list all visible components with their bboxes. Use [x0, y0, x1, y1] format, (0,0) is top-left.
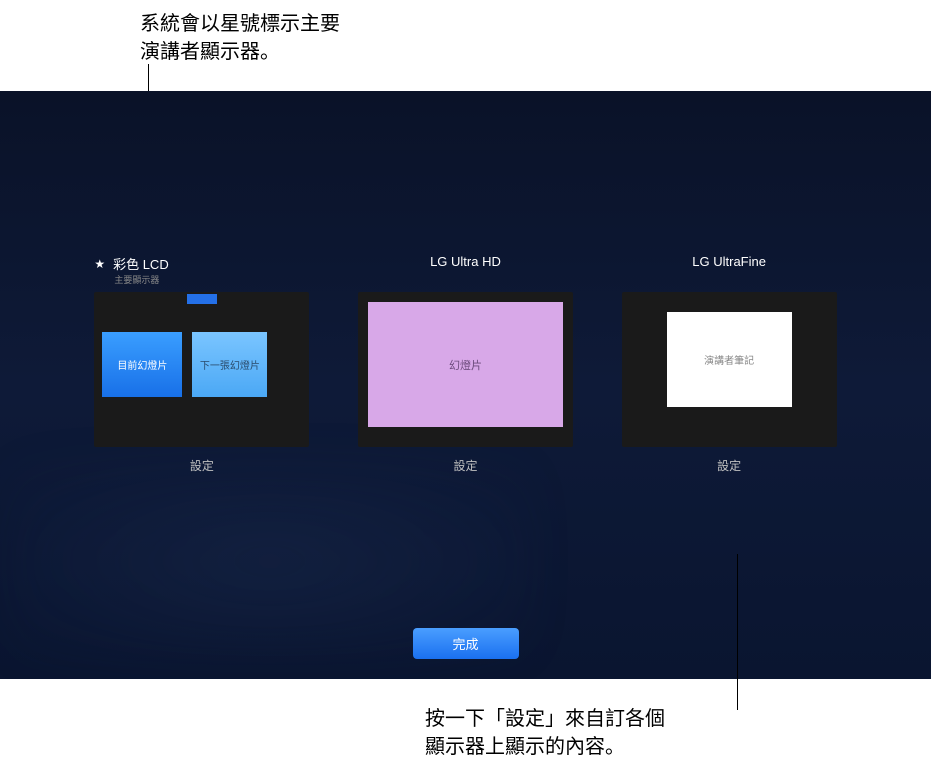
displays-container: ★ 彩色 LCD 主要顯示器 目前幻燈片 下一張幻燈片 設定 LG Ultra … — [0, 254, 931, 474]
callout-line-bottom — [737, 554, 738, 710]
callout-bottom-text: 按一下「設定」來自訂各個顯示器上顯示的內容。 — [425, 705, 665, 761]
display-title: 彩色 LCD — [113, 254, 169, 273]
display-settings-panel: ★ 彩色 LCD 主要顯示器 目前幻燈片 下一張幻燈片 設定 LG Ultra … — [0, 91, 931, 679]
slide-main: 幻燈片 — [368, 302, 563, 427]
display-header: LG Ultra HD — [430, 254, 501, 284]
display-title: LG Ultra HD — [430, 254, 501, 269]
callout-top-text: 系統會以星號標示主要演講者顯示器。 — [140, 10, 340, 66]
done-button[interactable]: 完成 — [412, 628, 518, 659]
display-header: ★ 彩色 LCD 主要顯示器 — [94, 254, 309, 284]
display-preview-presenter[interactable]: 目前幻燈片 下一張幻燈片 — [94, 292, 309, 447]
display-preview-notes[interactable]: 演講者筆記 — [622, 292, 837, 447]
display-card-primary: ★ 彩色 LCD 主要顯示器 目前幻燈片 下一張幻燈片 設定 — [94, 254, 309, 474]
display-preview-slideshow[interactable]: 幻燈片 — [358, 292, 573, 447]
settings-button[interactable]: 設定 — [453, 457, 477, 474]
display-card-secondary: LG Ultra HD 幻燈片 設定 — [358, 254, 573, 474]
presenter-notes-thumb: 演講者筆記 — [667, 312, 792, 407]
display-title-row: ★ 彩色 LCD — [94, 254, 168, 273]
preview-timer-bar — [187, 294, 217, 304]
display-title: LG UltraFine — [692, 254, 766, 269]
star-icon: ★ — [94, 257, 105, 271]
display-header: LG UltraFine — [692, 254, 766, 284]
settings-button[interactable]: 設定 — [717, 457, 741, 474]
settings-button[interactable]: 設定 — [190, 457, 214, 474]
display-subtitle: 主要顯示器 — [114, 273, 159, 286]
preview-slides-row: 目前幻燈片 下一張幻燈片 — [102, 332, 267, 397]
display-card-tertiary: LG UltraFine 演講者筆記 設定 — [622, 254, 837, 474]
current-slide-thumb: 目前幻燈片 — [102, 332, 182, 397]
next-slide-thumb: 下一張幻燈片 — [192, 332, 267, 397]
